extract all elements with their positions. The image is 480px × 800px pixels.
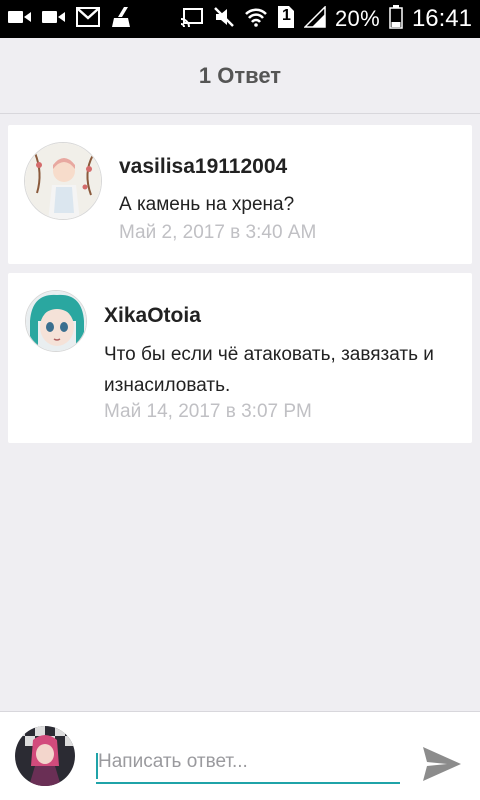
comment-text: Что бы если чё атаковать, завязать и изн…	[104, 344, 434, 396]
status-bar: 1 20% 16:41	[0, 0, 480, 38]
reply-input[interactable]	[96, 742, 400, 784]
sim-badge: 1	[282, 6, 291, 24]
send-button[interactable]	[418, 742, 466, 786]
video-icon	[8, 9, 32, 30]
sim-icon: 1	[277, 5, 295, 34]
wifi-icon	[244, 7, 268, 32]
avatar[interactable]	[25, 290, 87, 352]
header-bar: 1 Ответ	[0, 38, 480, 114]
avatar[interactable]	[15, 726, 75, 786]
battery-percent: 20%	[335, 6, 380, 31]
reply-composer	[0, 711, 480, 800]
battery-icon	[389, 4, 403, 34]
cleaner-icon	[110, 6, 134, 33]
comment-text: А камень на хрена?	[119, 194, 295, 215]
comment-card[interactable]: vasilisa19112004 А камень на хрена? Май …	[8, 125, 472, 264]
page-title: 1 Ответ	[198, 62, 282, 88]
text-cursor	[96, 753, 98, 779]
send-icon	[423, 747, 461, 781]
notification-icons	[8, 6, 134, 33]
clock: 16:41	[411, 5, 472, 32]
system-icons: 1 20% 16:41	[180, 4, 472, 34]
signal-icon	[303, 4, 326, 33]
comment-card[interactable]: XikaOtoia Что бы если чё атаковать, завя…	[8, 273, 472, 443]
video-icon	[42, 9, 66, 30]
comment-timestamp: Май 14, 2017 в 3:07 PM	[104, 401, 312, 422]
comment-username[interactable]: XikaOtoia	[104, 304, 201, 328]
mute-icon	[213, 6, 235, 33]
avatar[interactable]	[24, 142, 102, 220]
gmail-icon	[76, 6, 100, 32]
comment-username[interactable]: vasilisa19112004	[119, 155, 287, 179]
comment-timestamp: Май 2, 2017 в 3:40 AM	[119, 222, 317, 243]
cast-icon	[180, 7, 204, 32]
